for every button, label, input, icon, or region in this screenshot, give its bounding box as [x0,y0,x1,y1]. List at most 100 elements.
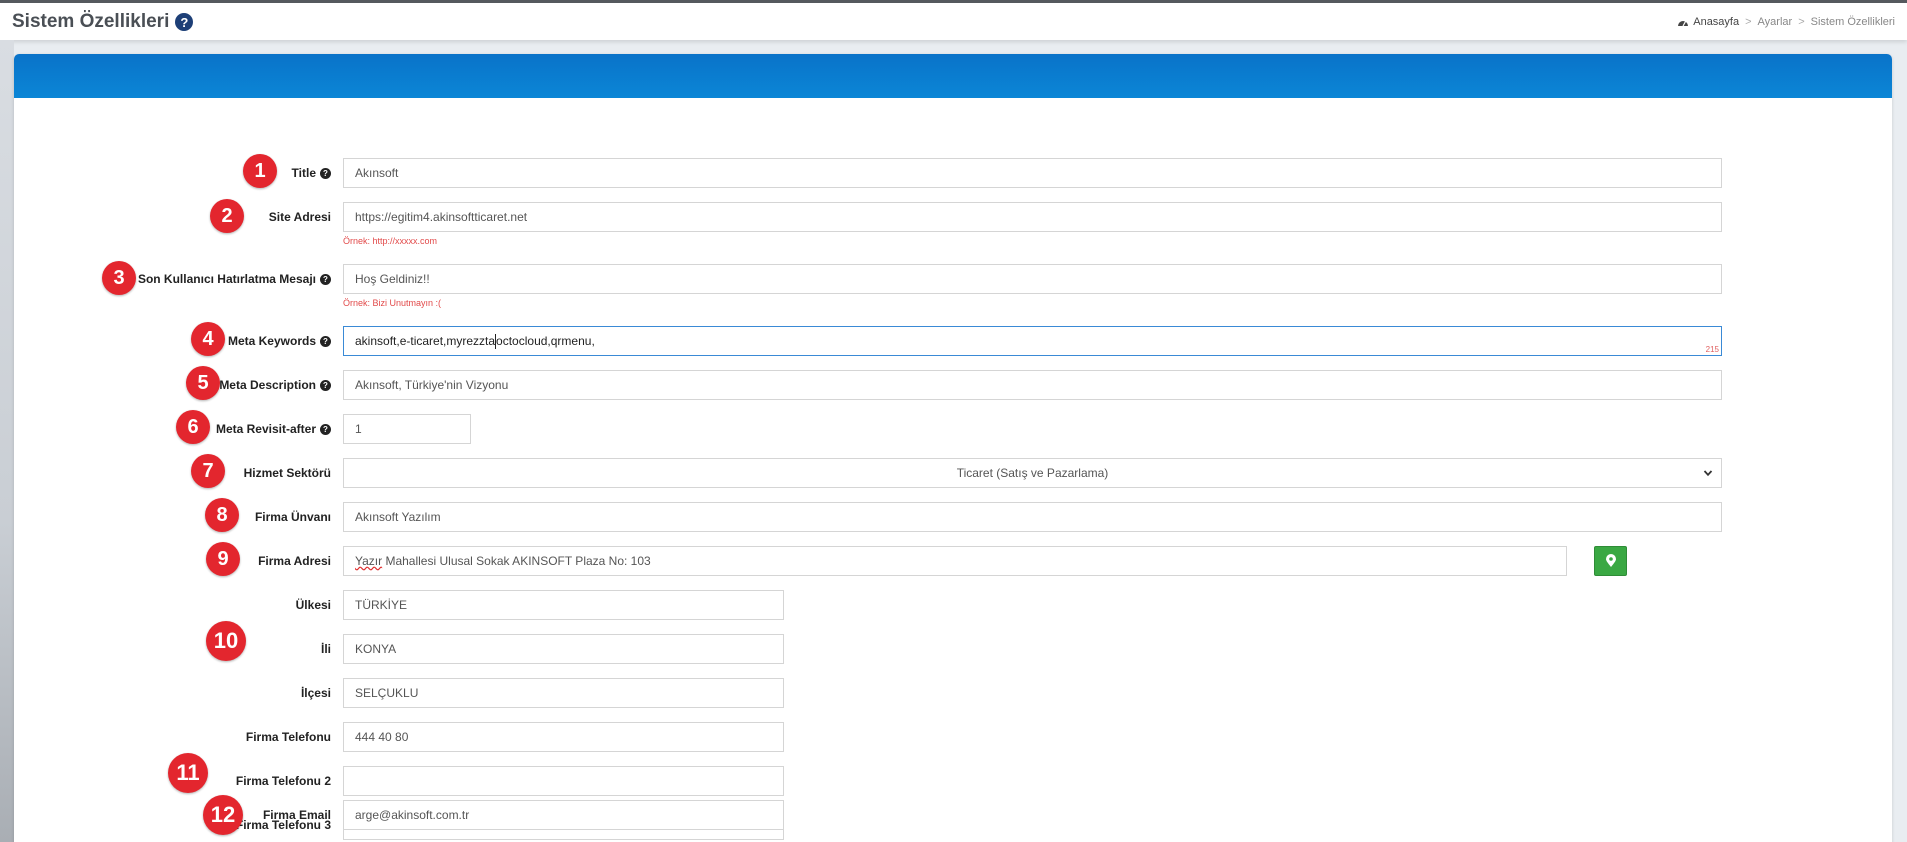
meta-revisit-value: 1 [355,422,362,436]
breadcrumb-home[interactable]: Anasayfa [1677,16,1739,28]
step-badge: 8 [205,498,239,532]
title-input[interactable]: Akınsoft [343,158,1722,188]
ilcesi-input[interactable]: SELÇUKLU [343,678,784,708]
step-badge: 4 [191,322,225,356]
chevron-down-icon [1703,470,1713,477]
ulkesi-label-text: Ülkesi [295,598,331,612]
page-title: Sistem Özellikleri ? [12,11,194,33]
ili-label: İli [321,642,331,656]
firma-telefonu-input[interactable]: 444 40 80 [343,722,784,752]
meta-revisit-label: Meta Revisit-after ? [216,422,331,436]
ili-label-text: İli [320,642,331,656]
firma-adresi-label-text: Firma Adresi [258,554,331,568]
breadcrumb: Anasayfa > Ayarlar > Sistem Özellikleri [1677,16,1895,28]
ili-row: İli KONYA [16,634,1890,664]
step-badge: 10 [206,621,246,661]
title-value: Akınsoft [355,166,399,180]
firma-telefonu2-input[interactable] [343,766,784,796]
hatirlatma-label: Son Kullanıcı Hatırlatma Mesajı ? [138,272,331,286]
hizmet-sektoru-value: Ticaret (Satış ve Pazarlama) [956,466,1109,480]
title-row: Title ? Akınsoft [16,158,1890,188]
hizmet-sektoru-select[interactable]: Ticaret (Satış ve Pazarlama) [343,458,1722,488]
title-label-text: Title [291,166,316,180]
step-badge: 5 [186,366,220,400]
site-adresi-hint: Örnek: http://xxxxx.com [343,236,438,246]
hatirlatma-label-text: Son Kullanıcı Hatırlatma Mesajı [137,272,316,286]
meta-description-input[interactable]: Akınsoft, Türkiye'nin Vizyonu [343,370,1722,400]
map-marker-icon [1605,554,1616,567]
dashboard-icon [1678,21,1689,27]
form-body: Title ? Akınsoft 1 Site Adresi https://e… [16,98,1890,842]
firma-unvani-label: Firma Ünvanı [255,510,331,524]
meta-description-label: Meta Description ? [219,378,331,392]
breadcrumb-separator: > [1798,16,1805,28]
question-circle-icon[interactable]: ? [320,273,331,285]
ilcesi-value: SELÇUKLU [355,686,419,700]
hatirlatma-row: Son Kullanıcı Hatırlatma Mesajı ? Hoş Ge… [16,264,1890,308]
firma-unvani-input[interactable]: Akınsoft Yazılım [343,502,1722,532]
question-circle-icon[interactable]: ? [320,379,331,391]
title-label: Title ? [292,166,331,180]
question-circle-icon[interactable]: ? [175,13,194,31]
firma-adresi-value-misspelled: Yazır [355,554,383,568]
ulkesi-label: Ülkesi [296,598,331,612]
site-adresi-row: Site Adresi https://egitim4.akinsofttica… [16,202,1890,246]
firma-email-label: Firma Email [263,808,331,822]
site-adresi-input[interactable]: https://egitim4.akinsoftticaret.net [343,202,1722,232]
meta-description-row: Meta Description ? Akınsoft, Türkiye'nin… [16,370,1890,400]
firma-email-label-text: Firma Email [262,808,331,822]
firma-telefonu-row: Firma Telefonu 444 40 80 [16,722,1890,752]
step-badge: 7 [191,454,225,488]
ilcesi-label-text: İlçesi [300,686,331,700]
site-adresi-label-text: Site Adresi [268,210,331,224]
meta-revisit-label-text: Meta Revisit-after [215,422,316,436]
firma-adresi-input[interactable]: Yazır Mahallesi Ulusal Sokak AKINSOFT Pl… [343,546,1567,576]
question-circle-icon[interactable]: ? [320,423,331,435]
breadcrumb-separator: > [1745,16,1752,28]
meta-keywords-row: Meta Keywords ? akinsoft,e-ticaret,myrez… [16,326,1890,356]
breadcrumb-home-label[interactable]: Anasayfa [1693,16,1739,28]
ulkesi-row: Ülkesi TÜRKİYE [16,590,1890,620]
firma-email-input[interactable]: arge@akinsoft.com.tr [343,800,784,830]
top-bar: Sistem Özellikleri ? Anasayfa > Ayarlar … [0,0,1907,40]
breadcrumb-current: Sistem Özellikleri [1810,16,1895,28]
firma-adresi-label: Firma Adresi [258,554,331,568]
panel-header [14,54,1892,98]
breadcrumb-ayarlar[interactable]: Ayarlar [1758,16,1793,28]
hatirlatma-value: Hoş Geldiniz!! [355,272,430,286]
ili-input[interactable]: KONYA [343,634,784,664]
meta-revisit-row: Meta Revisit-after ? 1 [16,414,1890,444]
step-badge: 9 [206,542,240,576]
firma-unvani-row: Firma Ünvanı Akınsoft Yazılım [16,502,1890,532]
hizmet-sektoru-label-text: Hizmet Sektörü [243,466,331,480]
firma-unvani-label-text: Firma Ünvanı [254,510,331,524]
question-circle-icon[interactable]: ? [320,167,331,179]
background-edge [0,40,14,842]
firma-adresi-value: Mahallesi Ulusal Sokak AKINSOFT Plaza No… [382,554,651,568]
ilcesi-row: İlçesi SELÇUKLU [16,678,1890,708]
character-counter: 215 [1705,345,1719,354]
meta-description-value: Akınsoft, Türkiye'nin Vizyonu [355,378,509,392]
firma-telefonu-label: Firma Telefonu [246,730,331,744]
hizmet-sektoru-label: Hizmet Sektörü [244,466,331,480]
meta-keywords-value-rest: octocloud,qrmenu, [496,334,595,348]
meta-keywords-input[interactable]: akinsoft,e-ticaret,myrezzta octocloud,qrm… [343,326,1722,356]
question-circle-icon[interactable]: ? [320,335,331,347]
map-location-button[interactable] [1594,546,1627,576]
hizmet-sektoru-row: Hizmet Sektörü Ticaret (Satış ve Pazarla… [16,458,1890,488]
step-badge: 11 [168,753,208,793]
ili-value: KONYA [355,642,397,656]
meta-keywords-label: Meta Keywords ? [228,334,331,348]
hatirlatma-input[interactable]: Hoş Geldiniz!! [343,264,1722,294]
settings-panel: Title ? Akınsoft 1 Site Adresi https://e… [14,54,1892,842]
firma-telefonu2-row: Firma Telefonu 2 [16,766,1890,796]
page-title-text: Sistem Özellikleri [12,11,170,32]
firma-adresi-row: Firma Adresi Yazır Mahallesi Ulusal Soka… [16,546,1890,576]
ulkesi-input[interactable]: TÜRKİYE [343,590,784,620]
firma-telefonu2-label: Firma Telefonu 2 [236,774,331,788]
meta-revisit-input[interactable]: 1 [343,414,471,444]
ulkesi-value: TÜRKİYE [355,598,408,612]
meta-keywords-label-text: Meta Keywords [227,334,316,348]
firma-telefonu-label-text: Firma Telefonu [245,730,331,744]
firma-unvani-value: Akınsoft Yazılım [355,510,441,524]
